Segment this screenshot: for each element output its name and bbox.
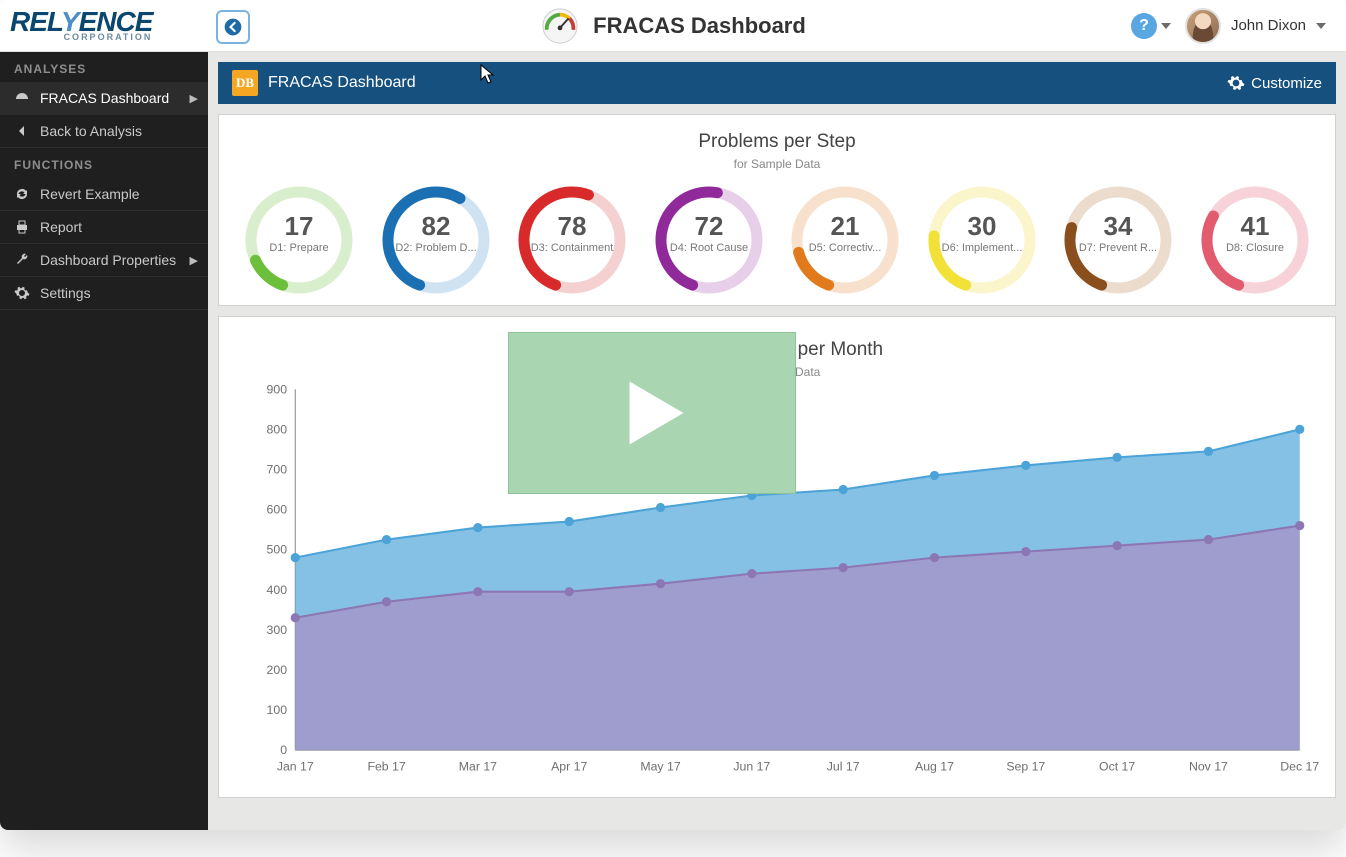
print-icon	[14, 219, 30, 235]
svg-text:600: 600	[267, 503, 288, 517]
dashboard-header-title: FRACAS Dashboard	[268, 74, 416, 92]
gear-icon	[1227, 74, 1245, 92]
svg-text:D5: Correctiv...: D5: Correctiv...	[809, 242, 882, 254]
brand-logo: RELYENCE CORPORATION	[10, 6, 152, 42]
page-title: FRACAS Dashboard	[593, 13, 806, 39]
avatar	[1185, 8, 1221, 44]
svg-text:82: 82	[421, 211, 450, 241]
chevron-right-icon: ▶	[190, 254, 198, 267]
donut-gauge: 72 D4: Root Cause	[647, 185, 771, 295]
donut-gauge: 82 D2: Problem D...	[374, 185, 498, 295]
svg-text:100: 100	[267, 703, 288, 717]
svg-text:900: 900	[267, 382, 288, 396]
gauge-icon	[541, 7, 579, 45]
caret-down-icon	[1161, 23, 1171, 29]
svg-text:D8: Closure: D8: Closure	[1226, 242, 1284, 254]
svg-text:Jul 17: Jul 17	[827, 760, 860, 774]
gear-icon	[14, 285, 30, 301]
svg-text:78: 78	[558, 211, 587, 241]
svg-text:Nov 17: Nov 17	[1189, 760, 1228, 774]
mouse-cursor-icon	[480, 64, 494, 84]
sidebar-item-report[interactable]: Report	[0, 211, 208, 244]
top-bar: RELYENCE CORPORATION FRACAS Dashboard ?	[0, 0, 1346, 52]
sidebar-item-label: Report	[40, 219, 82, 235]
panel-subtitle: for Sample Data	[225, 157, 1329, 171]
svg-text:34: 34	[1104, 211, 1133, 241]
svg-text:17: 17	[285, 211, 314, 241]
svg-text:D3: Containment: D3: Containment	[531, 242, 614, 254]
customize-label: Customize	[1251, 75, 1322, 92]
chevron-right-icon: ▶	[190, 92, 198, 105]
svg-text:Mar 17: Mar 17	[459, 760, 497, 774]
svg-text:Dec 17: Dec 17	[1280, 760, 1319, 774]
donut-gauge: 17 D1: Prepare	[237, 185, 361, 295]
svg-text:0: 0	[280, 743, 287, 757]
svg-text:500: 500	[267, 543, 288, 557]
problems-per-step-panel: Problems per Step for Sample Data 17 D1:…	[218, 114, 1336, 306]
sidebar-section-analyses: ANALYSES	[0, 52, 208, 82]
sidebar: ANALYSES FRACAS Dashboard ▶ Back to Anal…	[0, 52, 208, 830]
sidebar-item-label: FRACAS Dashboard	[40, 90, 169, 106]
back-icon	[14, 123, 30, 139]
db-badge: DB	[232, 70, 258, 96]
user-name: John Dixon	[1231, 17, 1306, 34]
collapse-sidebar-button[interactable]	[216, 10, 250, 44]
svg-text:Sep 17: Sep 17	[1006, 760, 1045, 774]
dashboard-header-bar: DB FRACAS Dashboard Customize	[218, 62, 1336, 104]
app-frame: RELYENCE CORPORATION FRACAS Dashboard ?	[0, 0, 1346, 830]
sidebar-item-revert[interactable]: Revert Example	[0, 178, 208, 211]
svg-text:30: 30	[967, 211, 996, 241]
svg-text:400: 400	[267, 583, 288, 597]
donut-gauge: 21 D5: Correctiv...	[783, 185, 907, 295]
user-menu[interactable]: John Dixon	[1185, 8, 1326, 44]
content-area: DB FRACAS Dashboard Customize Problems p…	[208, 52, 1346, 830]
svg-text:300: 300	[267, 623, 288, 637]
svg-text:D6: Implement...: D6: Implement...	[941, 242, 1022, 254]
panel-title: Problems per Step	[225, 131, 1329, 153]
arrow-left-circle-icon	[223, 17, 243, 37]
donut-row: 17 D1: Prepare 82 D2: Problem D... 78 D3…	[225, 185, 1329, 295]
svg-text:D7: Prevent R...: D7: Prevent R...	[1079, 242, 1157, 254]
svg-text:Jun 17: Jun 17	[733, 760, 770, 774]
sidebar-item-label: Back to Analysis	[40, 123, 142, 139]
caret-down-icon	[1316, 23, 1326, 29]
donut-gauge: 41 D8: Closure	[1193, 185, 1317, 295]
svg-text:Apr 17: Apr 17	[551, 760, 587, 774]
help-icon: ?	[1131, 13, 1157, 39]
wrench-icon	[14, 252, 30, 268]
svg-text:700: 700	[267, 463, 288, 477]
svg-text:May 17: May 17	[640, 760, 680, 774]
refresh-icon	[14, 186, 30, 202]
svg-text:200: 200	[267, 663, 288, 677]
svg-text:Aug 17: Aug 17	[915, 760, 954, 774]
sidebar-item-back[interactable]: Back to Analysis	[0, 115, 208, 148]
help-menu[interactable]: ?	[1131, 13, 1171, 39]
svg-text:D2: Problem D...: D2: Problem D...	[395, 242, 476, 254]
svg-text:Oct 17: Oct 17	[1099, 760, 1135, 774]
sidebar-section-functions: FUNCTIONS	[0, 148, 208, 178]
sidebar-item-fracas-dashboard[interactable]: FRACAS Dashboard ▶	[0, 82, 208, 115]
sidebar-item-label: Settings	[40, 285, 91, 301]
sidebar-item-settings[interactable]: Settings	[0, 277, 208, 310]
play-icon	[607, 368, 697, 458]
svg-text:D1: Prepare: D1: Prepare	[270, 242, 329, 254]
svg-text:Feb 17: Feb 17	[367, 760, 405, 774]
sidebar-item-properties[interactable]: Dashboard Properties ▶	[0, 244, 208, 277]
svg-text:Jan 17: Jan 17	[277, 760, 314, 774]
donut-gauge: 78 D3: Containment	[510, 185, 634, 295]
svg-text:800: 800	[267, 422, 288, 436]
customize-button[interactable]: Customize	[1227, 74, 1322, 92]
svg-text:41: 41	[1240, 211, 1269, 241]
svg-text:21: 21	[831, 211, 860, 241]
svg-text:D4: Root Cause: D4: Root Cause	[670, 242, 748, 254]
sidebar-item-label: Dashboard Properties	[40, 252, 176, 268]
dashboard-icon	[14, 90, 30, 106]
donut-gauge: 34 D7: Prevent R...	[1056, 185, 1180, 295]
play-video-overlay[interactable]	[508, 332, 796, 494]
svg-text:72: 72	[694, 211, 723, 241]
donut-gauge: 30 D6: Implement...	[920, 185, 1044, 295]
sidebar-item-label: Revert Example	[40, 186, 140, 202]
